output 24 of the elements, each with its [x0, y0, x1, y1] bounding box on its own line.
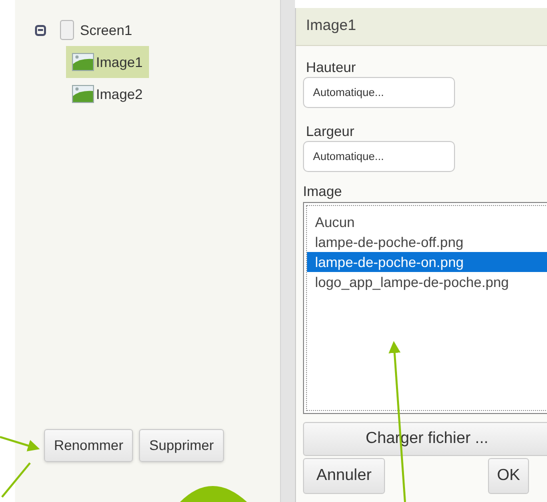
- list-option[interactable]: logo_app_lampe-de-poche.png: [307, 272, 547, 292]
- panel-title: Image1: [306, 16, 356, 36]
- list-option[interactable]: Aucun: [307, 212, 547, 232]
- field-label: Image: [303, 182, 343, 200]
- image-listbox[interactable]: Aucun lampe-de-poche-off.png lampe-de-poche-on.png logo_app_lampe-de-poche.png: [303, 202, 547, 414]
- tree-item[interactable]: Image2: [66, 78, 149, 110]
- field-label: Largeur: [306, 122, 356, 140]
- ok-button[interactable]: OK: [488, 458, 529, 494]
- list-option[interactable]: lampe-de-poche-off.png: [307, 232, 547, 252]
- list-option[interactable]: lampe-de-poche-on.png: [307, 252, 547, 272]
- image-icon: [72, 53, 94, 71]
- screen-icon: [60, 20, 74, 40]
- tree-item[interactable]: Screen1: [80, 20, 132, 40]
- field-label: Hauteur: [306, 58, 357, 76]
- tree-item[interactable]: Image1: [66, 46, 149, 78]
- image-icon: [72, 85, 94, 103]
- tree-action-button[interactable]: Renommer: [44, 429, 134, 462]
- annotation-line: [1, 462, 31, 498]
- cancel-button[interactable]: Annuler: [303, 458, 385, 494]
- collapse-toggle[interactable]: [35, 24, 46, 36]
- tree-action-button[interactable]: Supprimer: [139, 429, 224, 462]
- property-field[interactable]: Automatique...: [303, 77, 455, 108]
- annotation-arrow: [0, 436, 40, 452]
- property-field[interactable]: Automatique...: [303, 141, 455, 172]
